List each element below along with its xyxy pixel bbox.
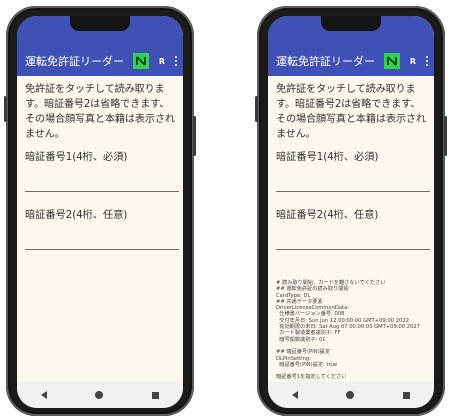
app-title: 運転免許証リーダー [276, 55, 375, 68]
recents-icon[interactable] [402, 391, 410, 399]
volume-button [4, 96, 7, 122]
pin1-input[interactable] [25, 163, 179, 192]
camera-notch [321, 16, 381, 31]
pin2-label: 暗証番号2(4桁、任意) [276, 210, 379, 221]
power-button [444, 116, 447, 156]
phone-left: 運転免許証リーダー R 免許証をタッチして読み取ります。暗証番号2は省略できます… [4, 6, 196, 416]
app-bar: 運転免許証リーダー R [268, 46, 434, 76]
camera-notch [70, 16, 130, 31]
back-icon[interactable] [41, 391, 48, 399]
volume-button [255, 96, 258, 122]
app-title: 運転免許証リーダー [25, 55, 124, 68]
screen-left: 運転免許証リーダー R 免許証をタッチして読み取ります。暗証番号2は省略できます… [17, 16, 183, 408]
r-icon[interactable]: R [159, 57, 165, 66]
power-button [193, 116, 196, 156]
nfc-icon-glyph [386, 56, 397, 66]
home-icon[interactable] [95, 391, 104, 399]
read-log: # 読み取り開始、カードを離さないでください ## 運転免許証の読み取り開始 Car… [276, 280, 426, 381]
instruction-text: 免許証をタッチして読み取ります。暗証番号2は省略できます、その場合顔写真と本籍は… [276, 84, 426, 140]
nfc-icon-glyph [135, 56, 146, 66]
system-nav-bar [268, 382, 434, 408]
pin2-input[interactable] [276, 221, 430, 250]
instruction-text: 免許証をタッチして読み取ります。暗証番号2は省略できます、その場合顔写真と本籍は… [25, 84, 175, 140]
nfc-icon[interactable] [132, 53, 149, 69]
nfc-icon[interactable] [383, 53, 400, 69]
app-bar: 運転免許証リーダー R [17, 46, 183, 76]
pin2-label: 暗証番号2(4桁、任意) [25, 210, 128, 221]
pin2-input[interactable] [25, 221, 179, 250]
r-icon[interactable]: R [410, 57, 416, 66]
back-icon[interactable] [292, 391, 299, 399]
kebab-menu-icon[interactable] [175, 56, 177, 66]
main-content: 免許証をタッチして読み取ります。暗証番号2は省略できます、その場合顔写真と本籍は… [268, 76, 434, 382]
log-line: 暗証番号1を指定してください [276, 374, 347, 381]
pin1-label: 暗証番号1(4桁、必須) [25, 152, 128, 163]
pin1-label: 暗証番号1(4桁、必須) [276, 152, 379, 163]
recents-icon[interactable] [151, 391, 159, 399]
main-content: 免許証をタッチして読み取ります。暗証番号2は省略できます、その場合顔写真と本籍は… [17, 76, 183, 382]
system-nav-bar [17, 382, 183, 408]
pin1-input[interactable] [276, 163, 430, 192]
kebab-menu-icon[interactable] [426, 56, 428, 66]
screen-right: 運転免許証リーダー R 免許証をタッチして読み取ります。暗証番号2は省略できます… [268, 16, 434, 408]
phone-right: 運転免許証リーダー R 免許証をタッチして読み取ります。暗証番号2は省略できます… [255, 6, 447, 416]
home-icon[interactable] [346, 391, 355, 399]
